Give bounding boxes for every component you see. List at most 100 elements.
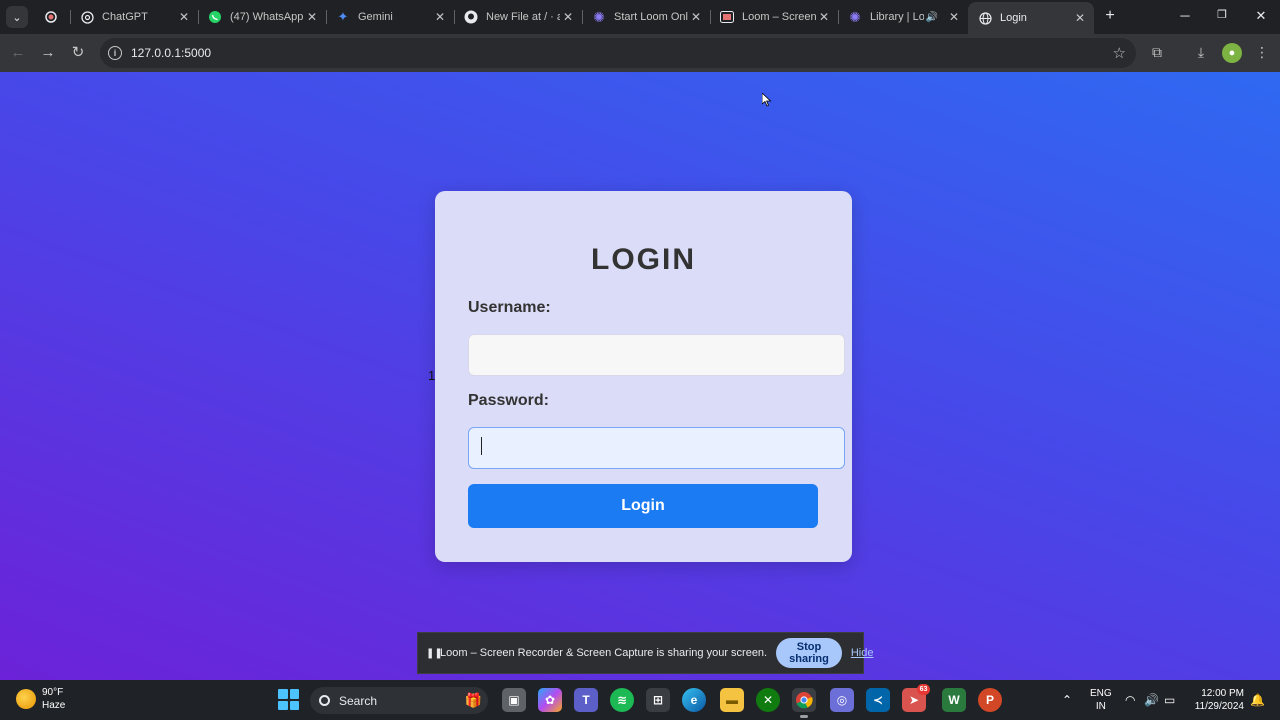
github-icon — [464, 10, 478, 24]
back-arrow-icon[interactable]: ← — [8, 43, 28, 63]
tab-title: Gemini — [358, 11, 393, 23]
tab-title: Library | Loo — [870, 11, 924, 23]
weather-temp: 90°F — [42, 687, 64, 698]
address-bar[interactable]: i 127.0.0.1:5000 ☆ — [100, 38, 1136, 68]
edge-icon[interactable]: e — [682, 688, 706, 712]
battery-icon[interactable]: ▭ — [1164, 693, 1175, 707]
browser-toolbar: ← → ↻ i 127.0.0.1:5000 ☆ ⧉ ⤓ ● ⋮ — [0, 34, 1280, 72]
tab-title: New File at / · a — [486, 11, 560, 23]
close-icon[interactable]: ✕ — [560, 10, 576, 24]
notification-badge: 63 — [917, 684, 930, 695]
download-icon[interactable]: ⤓ — [1191, 44, 1211, 61]
active-indicator — [800, 715, 808, 718]
spotify-icon[interactable]: ≋ — [610, 688, 634, 712]
tab-title: Login — [1000, 12, 1027, 24]
loom-icon: ✺ — [593, 8, 605, 25]
minimize-icon[interactable]: ─ — [1175, 8, 1195, 23]
reload-icon[interactable]: ↻ — [68, 43, 88, 63]
username-input[interactable] — [468, 334, 845, 376]
login-button[interactable]: Login — [468, 484, 818, 528]
telegram-icon[interactable]: ➤ 63 — [902, 684, 930, 712]
tray-chevron-up-icon[interactable]: ⌃ — [1062, 693, 1072, 707]
window-close-icon[interactable]: ✕ — [1251, 8, 1271, 24]
more-menu-icon[interactable]: ⋮ — [1252, 44, 1272, 61]
tab-title: (47) WhatsApp — [230, 11, 304, 23]
close-icon[interactable]: ✕ — [176, 10, 192, 24]
gemini-icon: ✦ — [337, 9, 349, 24]
close-icon[interactable]: ✕ — [946, 10, 962, 24]
pause-icon: ❚❚ — [426, 647, 443, 659]
globe-icon — [978, 11, 992, 25]
powerpoint-icon[interactable]: P — [978, 688, 1002, 712]
chrome-icon[interactable] — [792, 688, 816, 718]
hide-link[interactable]: Hide — [851, 647, 874, 659]
tab-record[interactable] — [34, 2, 71, 32]
close-icon[interactable]: ✕ — [1072, 11, 1088, 25]
close-icon[interactable]: ✕ — [432, 10, 448, 24]
language-indicator[interactable]: ENG IN — [1090, 687, 1112, 713]
username-label: Username: — [468, 299, 551, 316]
speaker-icon[interactable]: 🔊 — [924, 12, 940, 23]
tab-gemini[interactable]: ✦ Gemini ✕ — [326, 2, 455, 32]
whatsapp-icon — [208, 10, 222, 24]
windows-start-icon[interactable] — [278, 689, 299, 710]
teams-icon[interactable]: T — [574, 688, 598, 712]
record-icon — [44, 10, 58, 24]
tab-chatgpt[interactable]: ChatGPT ✕ — [70, 2, 199, 32]
password-input[interactable] — [468, 427, 845, 469]
page-viewport: 1 LOGIN Username: Password: Login ❚❚ Loo… — [0, 72, 1280, 680]
clock-time: 12:00 PM — [1201, 688, 1244, 699]
lang-bottom: IN — [1095, 701, 1106, 712]
tab-search-chevron-icon[interactable]: ⌄ — [6, 6, 28, 28]
bookmark-star-icon[interactable]: ☆ — [1113, 44, 1126, 62]
task-view-icon[interactable]: ▣ — [502, 688, 526, 712]
taskbar-search[interactable]: Search 🎁 — [310, 687, 488, 714]
restore-icon[interactable]: ❐ — [1212, 8, 1232, 21]
xbox-icon[interactable]: ✕ — [756, 688, 780, 712]
file-explorer-icon[interactable]: ▬ — [720, 688, 744, 712]
lang-top: ENG — [1090, 688, 1112, 699]
close-icon[interactable]: ✕ — [304, 10, 320, 24]
stop-sharing-button[interactable]: Stop sharing — [776, 638, 842, 668]
extensions-puzzle-icon[interactable]: ⧉ — [1147, 44, 1167, 61]
tab-github[interactable]: New File at / · a ✕ — [454, 2, 583, 32]
microsoft-store-icon[interactable]: ⊞ — [646, 688, 670, 712]
loom-icon: ✺ — [849, 8, 861, 25]
profile-avatar[interactable]: ● — [1222, 43, 1242, 63]
loom-screen-icon — [720, 10, 734, 24]
search-label: Search — [339, 693, 378, 708]
tab-loom-screen[interactable]: Loom – Screen ✕ — [710, 2, 839, 32]
tab-whatsapp[interactable]: (47) WhatsApp ✕ — [198, 2, 327, 32]
system-clock[interactable]: 12:00 PM 11/29/2024 — [1190, 687, 1244, 713]
text-caret — [481, 437, 482, 455]
url-text: 127.0.0.1:5000 — [131, 46, 212, 60]
screen-share-bar: ❚❚ Loom – Screen Recorder & Screen Captu… — [417, 632, 873, 674]
share-message: Loom – Screen Recorder & Screen Capture … — [440, 647, 768, 659]
tab-loom-library[interactable]: ✺ Library | Loo 🔊 ✕ — [838, 2, 968, 32]
volume-icon[interactable]: 🔊 — [1144, 693, 1159, 707]
tab-title: ChatGPT — [102, 11, 148, 23]
weather-widget[interactable]: 90°F Haze — [16, 686, 65, 712]
whatsapp-desktop-icon[interactable]: W — [942, 688, 966, 712]
forward-arrow-icon[interactable]: → — [38, 43, 58, 63]
search-highlight-icon: 🎁 — [464, 692, 482, 708]
close-icon[interactable]: ✕ — [816, 10, 832, 24]
site-info-icon[interactable]: i — [108, 46, 122, 60]
copilot-icon[interactable]: ✿ — [538, 688, 562, 712]
page-title: LOGIN — [591, 243, 696, 276]
password-label: Password: — [468, 392, 549, 409]
close-icon[interactable]: ✕ — [688, 10, 704, 24]
haze-sun-icon — [16, 689, 36, 709]
screenshot-tool-icon[interactable]: ◎ — [830, 688, 854, 712]
windows-taskbar: 90°F Haze Search 🎁 ▣ ✿ T ≋ ⊞ e ▬ ✕ ◎ ≺ ➤… — [0, 680, 1280, 720]
tab-start-loom[interactable]: ✺ Start Loom Onl ✕ — [582, 2, 711, 32]
wifi-icon[interactable]: ◠ — [1125, 693, 1135, 707]
tab-title: Loom – Screen — [742, 11, 816, 23]
search-icon — [319, 695, 330, 706]
tab-login[interactable]: Login ✕ — [968, 2, 1094, 34]
tab-title: Start Loom Onl — [614, 11, 688, 23]
notification-bell-icon[interactable]: 🔔 — [1250, 693, 1265, 707]
vscode-icon[interactable]: ≺ — [866, 688, 890, 712]
new-tab-plus-icon[interactable]: + — [1100, 7, 1120, 25]
mouse-cursor-icon — [762, 93, 772, 107]
